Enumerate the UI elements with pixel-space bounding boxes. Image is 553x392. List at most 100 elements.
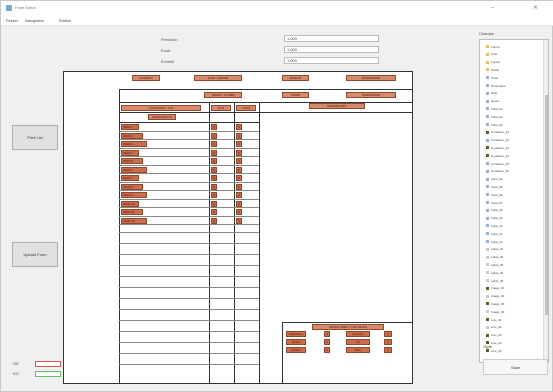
close-button[interactable]: × xyxy=(533,4,538,11)
footer-tag[interactable]: Début xyxy=(286,339,306,345)
tree-item[interactable]: Field_01 xyxy=(486,106,503,111)
ingredient-name-tag[interactable]: INGR 7 xyxy=(121,175,139,181)
ingredient-name-tag[interactable]: INGR 6 xyxy=(121,166,147,173)
footer-tag[interactable]: N xyxy=(324,347,330,353)
ingredient-qty-tag[interactable]: Q xyxy=(211,141,217,147)
ingredient-name-tag[interactable]: INGR 10 xyxy=(121,200,139,207)
footer-tag[interactable]: Date xyxy=(346,347,370,353)
ingredient-unit-tag[interactable]: U xyxy=(236,192,242,198)
ingredient-name-tag[interactable]: INGR 3 xyxy=(121,141,147,147)
tag-numero[interactable]: NUMERO xyxy=(132,75,160,81)
tree-item[interactable]: Image_04 xyxy=(486,309,504,314)
menu-edition[interactable]: Édition xyxy=(59,18,71,23)
tag-mixeur[interactable]: MIXEUR xyxy=(282,75,309,81)
ingredient-unit-tag[interactable]: U xyxy=(236,158,242,164)
tree-item[interactable]: Field_08 xyxy=(486,208,503,213)
echelle-input[interactable]: 1.000 xyxy=(284,57,379,64)
ingredient-name-tag[interactable]: INGR 11 xyxy=(121,209,143,215)
ingredient-qty-tag[interactable]: Q xyxy=(211,132,217,139)
ingredient-qty-tag[interactable]: Q xyxy=(211,166,217,173)
tree-item[interactable]: Line_01 xyxy=(486,317,502,322)
tag-date-heure[interactable]: DATE / HEURE xyxy=(194,75,242,81)
tree-item[interactable]: Field_05 xyxy=(486,184,503,189)
ecart-input[interactable]: 1.000 xyxy=(284,46,379,53)
tag-poids[interactable]: POIDS xyxy=(282,92,309,98)
tag-operateur[interactable]: OPERATEUR xyxy=(346,75,396,81)
tree-item[interactable]: Forms xyxy=(486,44,500,49)
ingredient-unit-tag[interactable]: U xyxy=(236,217,242,224)
footer-tag[interactable]: V xyxy=(384,339,392,345)
tree-item[interactable]: Field_06 xyxy=(486,192,503,197)
tag-qte[interactable]: QTE xyxy=(211,105,231,111)
ingredient-unit-tag[interactable]: U xyxy=(236,200,242,207)
tree-item[interactable]: Field_09 xyxy=(486,216,503,221)
footer-tag[interactable]: Contrôle xyxy=(346,331,370,337)
ingredient-qty-tag[interactable]: Q xyxy=(211,158,217,164)
tree-item[interactable]: Date xyxy=(486,91,497,96)
footer-tag[interactable]: N xyxy=(324,331,330,337)
tree-item[interactable]: Label_02 xyxy=(486,255,503,260)
tree-item[interactable]: Label_01 xyxy=(486,247,503,252)
tag-unite[interactable]: UNITE xyxy=(236,105,256,111)
minimize-button[interactable]: – xyxy=(491,4,494,11)
menu-navigation[interactable]: Navigation xyxy=(25,18,44,23)
ingredient-unit-tag[interactable]: U xyxy=(236,183,242,190)
tree-item[interactable]: Layout xyxy=(486,60,500,65)
ingredient-unit-tag[interactable]: U xyxy=(236,209,242,215)
tree-item[interactable]: Image_02 xyxy=(486,294,504,299)
ingredient-name-tag[interactable]: INGR 9 xyxy=(121,192,147,198)
ingredient-qty-tag[interactable]: Q xyxy=(211,124,217,130)
scrollbar-thumb[interactable] xyxy=(545,95,548,315)
tree-item[interactable]: Liste xyxy=(486,52,497,57)
tree-item[interactable]: Field_10 xyxy=(486,223,503,228)
ingredient-qty-tag[interactable]: Q xyxy=(211,217,217,224)
tag-signatures[interactable]: SIGNATURES / CONTROLE xyxy=(312,324,384,330)
ingredient-unit-tag[interactable]: U xyxy=(236,132,242,139)
ingredient-unit-tag[interactable]: U xyxy=(236,175,242,181)
ingredient-name-tag[interactable]: INGR 4 xyxy=(121,149,139,156)
tree-item[interactable]: Numérique xyxy=(486,83,506,88)
ingredient-name-tag[interactable]: INGR 2 xyxy=(121,132,143,139)
tree-item[interactable]: Texte xyxy=(486,75,498,80)
fields-tree[interactable]: Forms Liste Layout Fields Texte Numérique Date… xyxy=(479,39,549,363)
footer-tag[interactable]: V xyxy=(384,347,392,353)
ingredient-name-tag[interactable]: INGR 12 xyxy=(121,217,147,224)
ingredient-qty-tag[interactable]: Q xyxy=(211,209,217,215)
footer-tag[interactable]: V xyxy=(384,331,392,337)
tag-campagne-lot[interactable]: CAMPAGNE / LOT xyxy=(121,105,201,111)
tag-temps-duree[interactable]: TEMPS / DUREE xyxy=(204,92,242,98)
tag-operateur-2[interactable]: OPERATEUR xyxy=(346,92,396,98)
tree-item[interactable]: Field_11 xyxy=(486,231,502,236)
tree-item[interactable]: Image_01 xyxy=(486,286,504,291)
footer-tag[interactable]: Opérateur xyxy=(286,331,306,337)
tree-item[interactable]: Field_03 xyxy=(486,122,503,127)
ingredient-name-tag[interactable]: INGR 5 xyxy=(121,158,143,164)
tree-item[interactable]: Label_05 xyxy=(486,278,503,283)
tree-scrollbar[interactable] xyxy=(543,40,548,362)
ingredient-name-tag[interactable]: INGR 1 xyxy=(121,124,139,130)
tree-item[interactable]: Field_02 xyxy=(486,114,503,119)
save-button[interactable]: Save xyxy=(483,359,548,375)
tree-item[interactable]: Line_02 xyxy=(486,325,502,330)
ingredient-qty-tag[interactable]: Q xyxy=(211,200,217,207)
ingredient-name-tag[interactable]: INGR 8 xyxy=(121,183,143,190)
ingredient-unit-tag[interactable]: U xyxy=(236,141,242,147)
form-canvas[interactable]: NUMERO DATE / HEURE MIXEUR OPERATEUR TEM… xyxy=(63,71,413,384)
tree-item[interactable]: Field_07 xyxy=(486,200,503,205)
tree-item[interactable]: Heure xyxy=(486,99,499,104)
ingredient-qty-tag[interactable]: Q xyxy=(211,149,217,156)
menu-fichier[interactable]: Fichier xyxy=(6,18,18,23)
tree-item[interactable]: Container_06 xyxy=(486,169,509,174)
ingredient-qty-tag[interactable]: Q xyxy=(211,192,217,198)
ingredient-unit-tag[interactable]: U xyxy=(236,124,242,130)
footer-tag[interactable]: Qualité xyxy=(286,347,306,353)
tree-item[interactable]: Image_03 xyxy=(486,301,504,306)
footer-tag[interactable]: Fin xyxy=(346,339,370,345)
tree-item[interactable]: Container_02 xyxy=(486,138,509,143)
precision-input[interactable]: 1.000 xyxy=(284,35,379,42)
ingredient-unit-tag[interactable]: U xyxy=(236,166,242,173)
tree-item[interactable]: Container_01 xyxy=(486,130,509,135)
tag-remarques[interactable]: REMARQUES xyxy=(309,103,365,109)
tree-item[interactable]: Container_05 xyxy=(486,161,509,166)
tree-item[interactable]: Label_04 xyxy=(486,270,503,275)
